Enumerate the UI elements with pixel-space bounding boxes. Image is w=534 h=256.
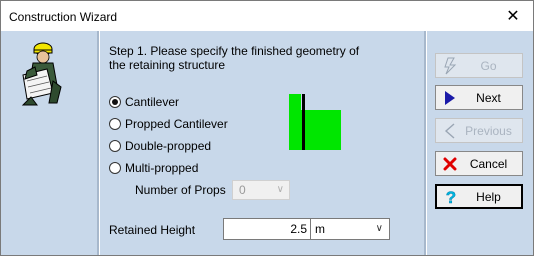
red-x-icon (439, 152, 461, 175)
lightning-icon (439, 54, 461, 77)
number-of-props-select: 0 ∨ (232, 180, 290, 200)
step-instructions: Step 1. Please specify the finished geom… (109, 44, 360, 72)
option-double-propped[interactable]: Double-propped (109, 137, 211, 155)
construction-wizard-window: Construction Wizard ✕ Step 1. Please spe… (0, 0, 534, 256)
radio-button[interactable] (109, 118, 121, 130)
retaining-wall-preview (289, 94, 341, 150)
question-mark-icon: ? (440, 185, 462, 208)
unit-select[interactable]: m ∨ (310, 218, 390, 240)
close-icon[interactable]: ✕ (493, 1, 533, 31)
next-button[interactable]: Next (435, 85, 523, 110)
go-button[interactable]: Go (435, 53, 523, 78)
chevron-down-icon[interactable]: ∨ (376, 219, 383, 239)
wall-line (302, 94, 305, 150)
number-of-props-label: Number of Props (135, 183, 226, 197)
help-button[interactable]: ? Help (435, 184, 523, 209)
option-label: Multi-propped (125, 161, 199, 175)
option-label: Cantilever (125, 95, 180, 109)
retained-height-input[interactable]: 2.5 (223, 218, 311, 240)
option-label: Double-propped (125, 139, 212, 153)
option-cantilever[interactable]: Cantilever (109, 93, 179, 111)
chevron-down-icon: ∨ (276, 184, 284, 195)
unit-value: m (315, 222, 325, 236)
option-label: Propped Cantilever (125, 117, 228, 131)
previous-button[interactable]: Previous (435, 118, 523, 143)
option-propped-cantilever[interactable]: Propped Cantilever (109, 115, 228, 133)
svg-text:?: ? (446, 188, 456, 206)
props-value: 0 (239, 183, 246, 197)
left-arrow-icon (439, 119, 461, 142)
title-bar: Construction Wizard ✕ (1, 1, 533, 31)
soil-right (301, 110, 341, 150)
retained-height-label: Retained Height (109, 223, 196, 237)
right-arrow-icon (439, 86, 461, 109)
radio-button[interactable] (109, 140, 121, 152)
cancel-button[interactable]: Cancel (435, 151, 523, 176)
radio-button[interactable] (109, 162, 121, 174)
window-title: Construction Wizard (9, 10, 118, 24)
option-multi-propped[interactable]: Multi-propped (109, 159, 198, 177)
worker-icon (21, 42, 62, 106)
radio-button[interactable] (109, 96, 121, 108)
soil-left (289, 94, 301, 150)
